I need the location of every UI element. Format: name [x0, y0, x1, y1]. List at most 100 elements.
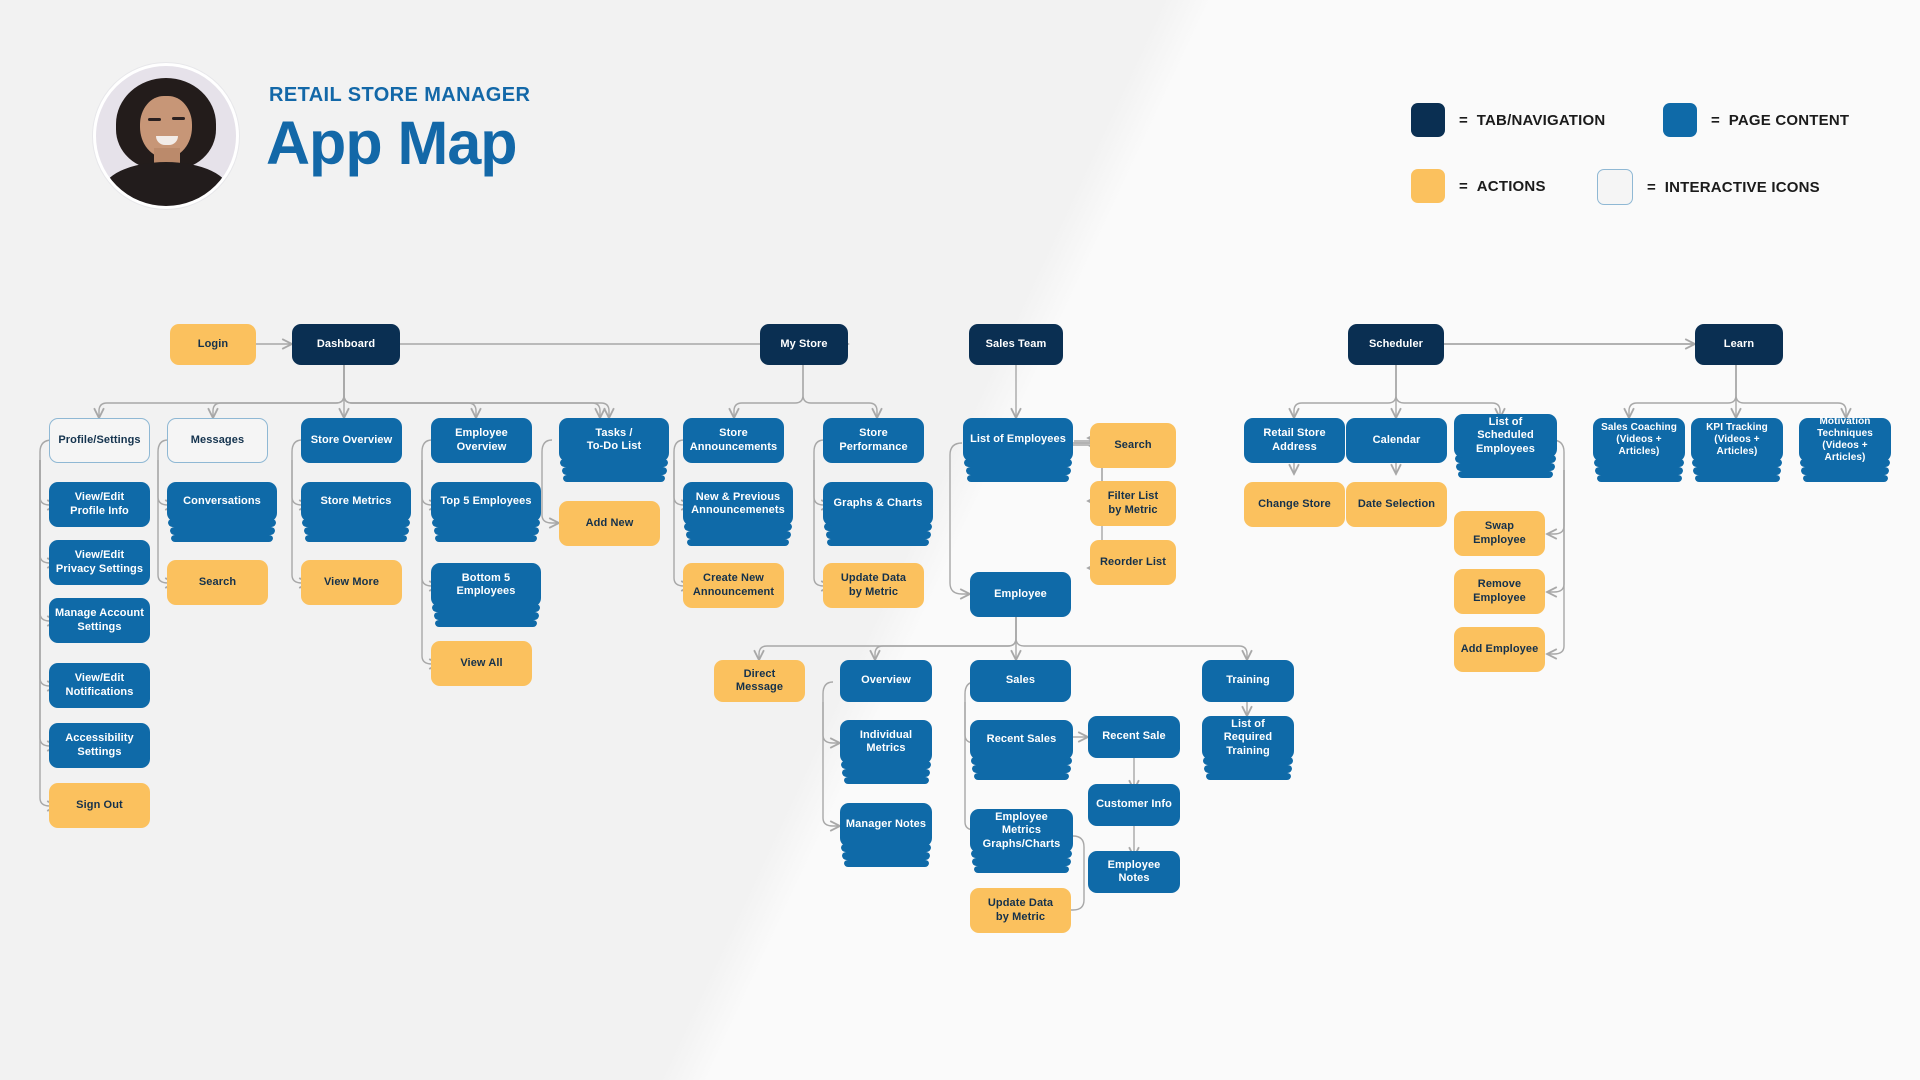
- node-remove-employee[interactable]: Remove Employee: [1454, 569, 1545, 614]
- stack-sheet: [1595, 466, 1683, 475]
- node-customer-info[interactable]: Customer Info: [1088, 784, 1180, 826]
- node-list-of-employees[interactable]: List of Employees: [963, 418, 1073, 462]
- node-employee-metrics-graphs-charts[interactable]: Employee Metrics Graphs/Charts: [970, 809, 1073, 853]
- node-swap-employee[interactable]: Swap Employee: [1454, 511, 1545, 556]
- node-top-5-employees[interactable]: Top 5 Employees: [431, 482, 541, 522]
- node-kpi-tracking[interactable]: KPI Tracking (Videos + Articles): [1691, 418, 1783, 462]
- node-list-of-required-training-stack[interactable]: List of Required Training: [1202, 716, 1294, 782]
- node-training[interactable]: Training: [1202, 660, 1294, 702]
- legend-item-tab-navigation: = TAB/NAVIGATION: [1411, 103, 1605, 137]
- legend-label-actions: ACTIONS: [1476, 177, 1546, 195]
- node-employee-overview[interactable]: Employee Overview: [431, 418, 532, 463]
- node-learn[interactable]: Learn: [1695, 324, 1783, 365]
- node-sales-team[interactable]: Sales Team: [969, 324, 1063, 365]
- node-messages[interactable]: Messages: [167, 418, 268, 463]
- legend-label-interactive-icons: INTERACTIVE ICONS: [1664, 178, 1820, 196]
- stack-sheet: [563, 474, 665, 482]
- node-add-new[interactable]: Add New: [559, 501, 660, 546]
- node-store-announcements[interactable]: Store Announcements: [683, 418, 784, 463]
- node-recent-sale[interactable]: Recent Sale: [1088, 716, 1180, 758]
- node-employee-notes[interactable]: Employee Notes: [1088, 851, 1180, 893]
- node-store-overview[interactable]: Store Overview: [301, 418, 402, 463]
- node-top-5-employees-stack[interactable]: Top 5 Employees: [431, 482, 541, 544]
- node-view-edit-notifications[interactable]: View/Edit Notifications: [49, 663, 150, 708]
- node-reorder-list[interactable]: Reorder List: [1090, 540, 1176, 585]
- node-update-data-by-metric-employee[interactable]: Update Data by Metric: [970, 888, 1071, 933]
- node-new-previous-announcements[interactable]: New & Previous Announcemenets: [683, 482, 793, 526]
- node-kpi-tracking-stack[interactable]: KPI Tracking (Videos + Articles): [1691, 418, 1783, 484]
- node-date-selection[interactable]: Date Selection: [1346, 482, 1447, 527]
- stack-sheet: [1695, 474, 1780, 482]
- stack-sheet: [842, 768, 930, 777]
- node-store-metrics[interactable]: Store Metrics: [301, 482, 411, 522]
- node-tasks-todo-list[interactable]: Tasks / To-Do List: [559, 418, 669, 462]
- stack-sheet: [305, 534, 407, 542]
- node-recent-sales[interactable]: Recent Sales: [970, 720, 1073, 760]
- node-view-more[interactable]: View More: [301, 560, 402, 605]
- node-list-of-scheduled-employees-stack[interactable]: List of Scheduled Employees: [1454, 414, 1557, 480]
- node-graphs-charts[interactable]: Graphs & Charts: [823, 482, 933, 526]
- legend-item-interactive-icons: = INTERACTIVE ICONS: [1597, 169, 1820, 205]
- node-tasks-todo-list-stack[interactable]: Tasks / To-Do List: [559, 418, 669, 484]
- node-sales-coaching[interactable]: Sales Coaching (Videos + Articles): [1593, 418, 1685, 462]
- node-store-performance[interactable]: Store Performance: [823, 418, 924, 463]
- node-sales-coaching-stack[interactable]: Sales Coaching (Videos + Articles): [1593, 418, 1685, 484]
- node-change-store[interactable]: Change Store: [1244, 482, 1345, 527]
- node-create-new-announcement[interactable]: Create New Announcement: [683, 563, 784, 608]
- node-retail-store-address[interactable]: Retail Store Address: [1244, 418, 1345, 463]
- node-store-metrics-stack[interactable]: Store Metrics: [301, 482, 411, 544]
- node-motivation-techniques[interactable]: Motivation Techniques (Videos + Articles): [1799, 416, 1891, 463]
- node-calendar[interactable]: Calendar: [1346, 418, 1447, 463]
- legend-equals: =: [1647, 178, 1656, 196]
- node-motivation-techniques-stack[interactable]: Motivation Techniques (Videos + Articles): [1799, 416, 1891, 484]
- stack-sheet: [435, 619, 537, 627]
- node-scheduler[interactable]: Scheduler: [1348, 324, 1444, 365]
- node-list-of-required-training[interactable]: List of Required Training: [1202, 716, 1294, 760]
- node-individual-metrics-stack[interactable]: Individual Metrics: [840, 720, 932, 786]
- node-employee-metrics-graphs-charts-stack[interactable]: Employee Metrics Graphs/Charts: [970, 809, 1073, 875]
- node-new-previous-announcements-stack[interactable]: New & Previous Announcemenets: [683, 482, 793, 548]
- node-view-edit-privacy-settings[interactable]: View/Edit Privacy Settings: [49, 540, 150, 585]
- node-profile-settings[interactable]: Profile/Settings: [49, 418, 150, 463]
- node-list-of-employees-stack[interactable]: List of Employees: [963, 418, 1073, 484]
- node-graphs-charts-stack[interactable]: Graphs & Charts: [823, 482, 933, 548]
- node-manager-notes[interactable]: Manager Notes: [840, 803, 932, 847]
- node-sign-out[interactable]: Sign Out: [49, 783, 150, 828]
- node-add-employee[interactable]: Add Employee: [1454, 627, 1545, 672]
- node-bottom-5-employees[interactable]: Bottom 5 Employees: [431, 563, 541, 607]
- node-update-data-by-metric-store[interactable]: Update Data by Metric: [823, 563, 924, 608]
- node-conversations[interactable]: Conversations: [167, 482, 277, 522]
- stack-sheet: [1458, 470, 1553, 478]
- node-search-messages[interactable]: Search: [167, 560, 268, 605]
- node-accessibility-settings[interactable]: Accessibility Settings: [49, 723, 150, 768]
- stack-sheet: [1693, 466, 1781, 475]
- node-manage-account-settings[interactable]: Manage Account Settings: [49, 598, 150, 643]
- stack-sheet: [966, 466, 1071, 475]
- page-title: App Map: [266, 109, 518, 177]
- node-recent-sales-stack[interactable]: Recent Sales: [970, 720, 1073, 782]
- stack-sheet: [967, 474, 1069, 482]
- node-conversations-stack[interactable]: Conversations: [167, 482, 277, 544]
- node-dashboard[interactable]: Dashboard: [292, 324, 400, 365]
- legend-label-page-content: PAGE CONTENT: [1728, 111, 1850, 129]
- node-employee[interactable]: Employee: [970, 572, 1071, 617]
- node-direct-message[interactable]: Direct Message: [714, 660, 805, 702]
- node-bottom-5-employees-stack[interactable]: Bottom 5 Employees: [431, 563, 541, 629]
- node-manager-notes-stack[interactable]: Manager Notes: [840, 803, 932, 869]
- node-view-edit-profile-info[interactable]: View/Edit Profile Info: [49, 482, 150, 527]
- stack-sheet: [1597, 474, 1682, 482]
- node-my-store[interactable]: My Store: [760, 324, 848, 365]
- node-filter-list-by-metric[interactable]: Filter List by Metric: [1090, 481, 1176, 526]
- stack-sheet: [435, 534, 537, 542]
- node-login[interactable]: Login: [170, 324, 256, 365]
- node-overview[interactable]: Overview: [840, 660, 932, 702]
- stack-sheet: [304, 526, 409, 535]
- node-list-of-scheduled-employees[interactable]: List of Scheduled Employees: [1454, 414, 1557, 458]
- stack-sheet: [1206, 772, 1291, 780]
- node-sales[interactable]: Sales: [970, 660, 1071, 702]
- node-search-employees[interactable]: Search: [1090, 423, 1176, 468]
- node-view-all[interactable]: View All: [431, 641, 532, 686]
- node-individual-metrics[interactable]: Individual Metrics: [840, 720, 932, 764]
- legend-item-actions: = ACTIONS: [1411, 169, 1546, 203]
- stack-sheet: [686, 530, 791, 539]
